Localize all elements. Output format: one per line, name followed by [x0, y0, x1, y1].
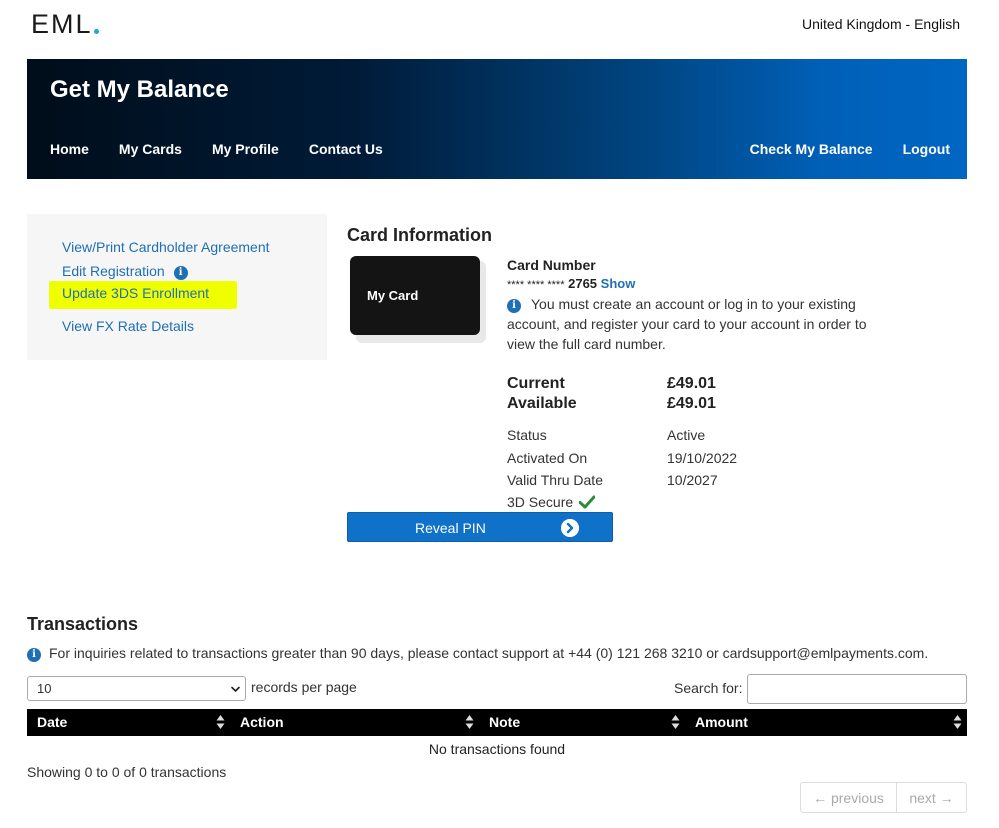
current-balance-value: £49.01 [667, 375, 716, 392]
card-number-note-text: You must create an account or log in to … [507, 296, 867, 352]
card-information-heading: Card Information [347, 225, 493, 245]
reveal-pin-label: Reveal PIN [415, 520, 486, 536]
main-nav: Home My Cards My Profile Contact Us [50, 141, 383, 157]
nav-contact-us[interactable]: Contact Us [309, 141, 383, 157]
logo-dot [93, 29, 99, 34]
card-number-note: i You must create an account or log in to… [507, 294, 877, 354]
sort-icon[interactable] [216, 714, 225, 730]
nav-my-cards[interactable]: My Cards [119, 141, 182, 157]
info-icon: i [27, 647, 41, 662]
transactions-note-text: For inquiries related to transactions gr… [49, 645, 929, 661]
current-balance-label: Current [507, 375, 565, 392]
info-icon: i [507, 299, 521, 313]
logo-text: EML [31, 9, 93, 39]
page-title: Get My Balance [50, 76, 229, 103]
records-per-page-select[interactable]: 10 [27, 676, 246, 701]
account-nav: Check My Balance Logout [750, 141, 950, 157]
column-header-amount[interactable]: Amount [695, 714, 748, 730]
3d-secure-row: 3D Secure [507, 494, 596, 510]
activated-on-label: Activated On [507, 450, 588, 466]
header-banner: Get My Balance Home My Cards My Profile … [27, 59, 967, 179]
edit-registration-row: Edit Registration i [62, 263, 188, 280]
sort-icon[interactable] [671, 714, 680, 730]
card-image-label: My Card [367, 288, 419, 303]
status-label: Status [507, 427, 547, 443]
view-fx-rate-link[interactable]: View FX Rate Details [62, 318, 194, 334]
column-header-date[interactable]: Date [37, 714, 67, 730]
search-input[interactable] [747, 674, 967, 704]
valid-thru-label: Valid Thru Date [507, 472, 603, 488]
chevron-right-circle-icon [561, 519, 579, 537]
transactions-heading: Transactions [27, 614, 139, 634]
card-number-last4: 2765 [568, 276, 598, 291]
3d-secure-label: 3D Secure [507, 494, 574, 510]
column-header-note[interactable]: Note [489, 714, 520, 730]
reveal-pin-button[interactable]: Reveal PIN [347, 512, 613, 542]
nav-home[interactable]: Home [50, 141, 89, 157]
records-per-page-label: records per page [251, 679, 357, 695]
next-page-button[interactable]: next → [897, 783, 966, 812]
status-value: Active [667, 427, 706, 443]
card-number-value: **** **** **** 2765 Show [507, 276, 635, 291]
empty-table-message: No transactions found [428, 741, 566, 757]
transactions-note: i For inquiries related to transactions g… [27, 645, 928, 662]
nav-check-my-balance[interactable]: Check My Balance [750, 141, 873, 157]
transactions-table-header: Date Action Note Amount [27, 709, 967, 736]
sort-icon[interactable] [465, 714, 474, 730]
check-icon [579, 495, 596, 509]
search-label: Search for: [674, 680, 743, 696]
card-actions-sidebar: View/Print Cardholder Agreement Edit Reg… [27, 214, 327, 360]
show-card-number-link[interactable]: Show [601, 276, 636, 291]
nav-my-profile[interactable]: My Profile [212, 141, 279, 157]
card-image: My Card [350, 256, 480, 335]
column-header-action[interactable]: Action [240, 714, 284, 730]
records-per-page-value: 10 [37, 681, 52, 696]
table-info: Showing 0 to 0 of 0 transactions [27, 764, 227, 780]
available-balance-label: Available [507, 395, 577, 412]
activated-on-value: 19/10/2022 [667, 450, 738, 466]
available-balance-value: £49.01 [667, 395, 716, 412]
pagination: ← previous next → [800, 782, 967, 813]
eml-logo[interactable]: EML [31, 9, 99, 39]
card-number-label: Card Number [507, 257, 596, 273]
edit-registration-link[interactable]: Edit Registration [62, 263, 165, 279]
valid-thru-value: 10/2027 [667, 472, 718, 488]
nav-logout[interactable]: Logout [903, 141, 950, 157]
locale-selector[interactable]: United Kingdom - English [802, 16, 960, 32]
chevron-down-icon [231, 686, 240, 692]
view-cardholder-agreement-link[interactable]: View/Print Cardholder Agreement [62, 239, 270, 255]
card-number-masked: **** **** **** [507, 279, 565, 291]
info-icon[interactable]: i [173, 265, 188, 280]
previous-page-button[interactable]: ← previous [801, 783, 897, 812]
sort-icon[interactable] [953, 714, 962, 730]
update-3ds-enrollment-link[interactable]: Update 3DS Enrollment [49, 281, 238, 309]
